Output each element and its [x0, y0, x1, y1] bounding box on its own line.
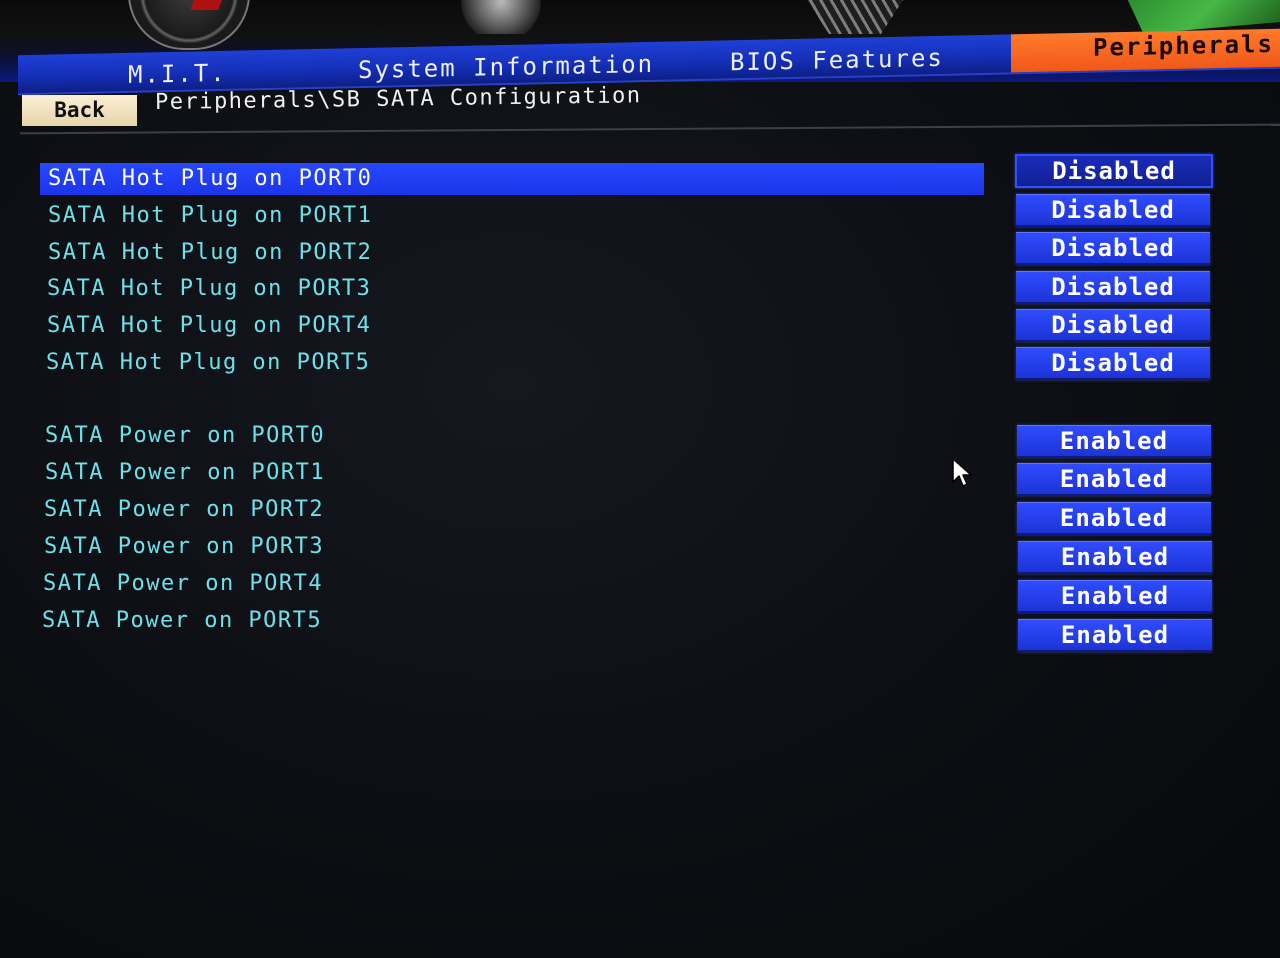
value-power-port0[interactable]: Enabled	[1017, 425, 1211, 458]
value-power-port4[interactable]: Enabled	[1018, 580, 1212, 613]
value-hot-plug-port1[interactable]: Disabled	[1016, 194, 1210, 227]
setting-label: SATA Hot Plug on PORT0	[40, 163, 984, 195]
setting-label: SATA Hot Plug on PORT3	[47, 276, 372, 301]
setting-label: SATA Power on PORT5	[42, 608, 323, 633]
setting-label: SATA Hot Plug on PORT5	[46, 350, 371, 375]
setting-label: SATA Hot Plug on PORT2	[48, 240, 373, 265]
value-power-port2[interactable]: Enabled	[1017, 502, 1211, 535]
value-power-port1[interactable]: Enabled	[1017, 463, 1211, 496]
setting-label: SATA Power on PORT4	[43, 571, 324, 596]
settings-list: SATA Hot Plug on PORT0 Disabled SATA Hot…	[0, 0, 1280, 958]
value-hot-plug-port3[interactable]: Disabled	[1016, 271, 1210, 304]
setting-label: SATA Power on PORT0	[45, 423, 326, 448]
setting-label: SATA Power on PORT2	[44, 497, 325, 522]
value-hot-plug-port2[interactable]: Disabled	[1016, 232, 1210, 265]
value-hot-plug-port5[interactable]: Disabled	[1016, 347, 1210, 380]
value-power-port3[interactable]: Enabled	[1018, 541, 1212, 574]
setting-label: SATA Power on PORT3	[44, 534, 325, 559]
value-hot-plug-port0[interactable]: Disabled	[1015, 154, 1213, 188]
mouse-pointer-icon	[952, 458, 972, 487]
setting-label: SATA Power on PORT1	[45, 460, 326, 485]
setting-label: SATA Hot Plug on PORT1	[48, 203, 373, 228]
value-hot-plug-port4[interactable]: Disabled	[1016, 309, 1210, 342]
value-power-port5[interactable]: Enabled	[1018, 619, 1212, 652]
setting-label: SATA Hot Plug on PORT4	[47, 313, 372, 338]
